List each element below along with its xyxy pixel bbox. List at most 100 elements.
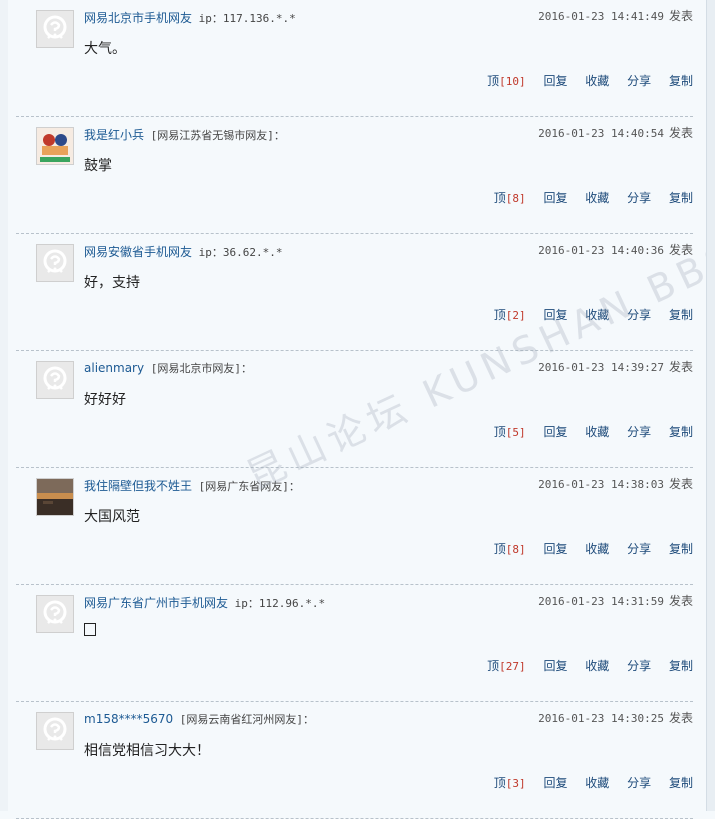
avatar[interactable] <box>36 361 74 399</box>
comment-content: 好好好 <box>84 392 126 408</box>
reply-button[interactable]: 回复 <box>543 542 567 556</box>
user-location: [网易北京市网友]： <box>144 362 252 375</box>
share-button[interactable]: 分享 <box>627 425 651 439</box>
avatar[interactable] <box>36 127 74 165</box>
comment-content: 鼓掌 <box>84 158 112 174</box>
comment-item: 我住隔壁但我不姓王 [网易广东省网友]： 2016-01-23 14:38:03… <box>16 468 693 585</box>
up-vote-button[interactable]: 顶[3] <box>494 776 526 790</box>
post-time: 2016-01-23 14:30:25 发表 <box>538 709 693 726</box>
missing-glyph-box <box>84 623 96 636</box>
comment-item: 我是红小兵 [网易江苏省无锡市网友]： 2016-01-23 14:40:54 发… <box>16 117 693 234</box>
comment-item: 网易北京市手机网友 ip：117.136.*.* 2016-01-23 14:4… <box>16 0 693 117</box>
post-time: 2016-01-23 14:31:59 发表 <box>538 592 693 609</box>
default-avatar-icon <box>43 15 67 39</box>
reply-button[interactable]: 回复 <box>543 308 567 322</box>
avatar[interactable] <box>36 10 74 48</box>
up-count: [8] <box>505 192 526 205</box>
share-button[interactable]: 分享 <box>627 776 651 790</box>
timestamp: 2016-01-23 14:30:25 <box>538 712 664 725</box>
comment-actions: 顶[8] 回复 收藏 分享 复制 <box>480 189 693 206</box>
username-link[interactable]: 网易广东省广州市手机网友 <box>84 596 228 610</box>
up-count: [10] <box>499 75 526 88</box>
user-photo-icon <box>37 479 73 515</box>
copy-button[interactable]: 复制 <box>669 542 693 556</box>
copy-button[interactable]: 复制 <box>669 425 693 439</box>
timestamp: 2016-01-23 14:38:03 <box>538 478 664 491</box>
comment-item: 网易广东省广州市手机网友 ip：112.96.*.* 2016-01-23 14… <box>16 585 693 702</box>
reply-button[interactable]: 回复 <box>543 425 567 439</box>
posted-label: 发表 <box>668 594 693 608</box>
up-label: 顶 <box>493 308 506 322</box>
up-vote-button[interactable]: 顶[10] <box>487 74 526 88</box>
post-time: 2016-01-23 14:40:36 发表 <box>538 241 693 258</box>
timestamp: 2016-01-23 14:40:36 <box>538 244 664 257</box>
comment-content: 好，支持 <box>84 275 140 291</box>
username-link[interactable]: 我住隔壁但我不姓王 <box>84 479 192 493</box>
avatar[interactable] <box>36 478 74 516</box>
up-label: 顶 <box>487 659 500 673</box>
comment-actions: 顶[10] 回复 收藏 分享 复制 <box>473 72 693 89</box>
posted-label: 发表 <box>668 243 693 257</box>
collect-button[interactable]: 收藏 <box>585 74 609 88</box>
posted-label: 发表 <box>668 711 693 725</box>
copy-button[interactable]: 复制 <box>669 191 693 205</box>
default-avatar-icon <box>43 366 67 390</box>
copy-button[interactable]: 复制 <box>669 659 693 673</box>
share-button[interactable]: 分享 <box>627 191 651 205</box>
posted-label: 发表 <box>668 477 693 491</box>
up-vote-button[interactable]: 顶[2] <box>494 308 526 322</box>
scrollbar[interactable] <box>706 0 715 811</box>
reply-button[interactable]: 回复 <box>543 191 567 205</box>
up-count: [27] <box>499 660 526 673</box>
default-avatar-icon <box>43 249 67 273</box>
comment-actions: 顶[3] 回复 收藏 分享 复制 <box>480 774 693 791</box>
up-vote-button[interactable]: 顶[8] <box>494 191 526 205</box>
username-link[interactable]: m158****5670 <box>84 712 173 726</box>
share-button[interactable]: 分享 <box>627 542 651 556</box>
comment-item: 网易安徽省手机网友 ip：36.62.*.* 2016-01-23 14:40:… <box>16 234 693 351</box>
up-label: 顶 <box>493 542 506 556</box>
share-button[interactable]: 分享 <box>627 308 651 322</box>
reply-button[interactable]: 回复 <box>543 659 567 673</box>
reply-button[interactable]: 回复 <box>543 776 567 790</box>
username-link[interactable]: alienmary <box>84 361 144 375</box>
collect-button[interactable]: 收藏 <box>585 308 609 322</box>
comment-content <box>84 623 96 640</box>
username-link[interactable]: 网易安徽省手机网友 <box>84 245 192 259</box>
up-vote-button[interactable]: 顶[27] <box>487 659 526 673</box>
timestamp: 2016-01-23 14:39:27 <box>538 361 664 374</box>
comment-actions: 顶[5] 回复 收藏 分享 复制 <box>480 423 693 440</box>
up-count: [5] <box>505 426 526 439</box>
collect-button[interactable]: 收藏 <box>585 659 609 673</box>
comment-item: m158****5670 [网易云南省红河州网友]： 2016-01-23 14… <box>16 702 693 819</box>
collect-button[interactable]: 收藏 <box>585 191 609 205</box>
post-time: 2016-01-23 14:39:27 发表 <box>538 358 693 375</box>
up-count: [3] <box>505 777 526 790</box>
up-vote-button[interactable]: 顶[5] <box>494 425 526 439</box>
copy-button[interactable]: 复制 <box>669 74 693 88</box>
up-count: [2] <box>505 309 526 322</box>
username-link[interactable]: 网易北京市手机网友 <box>84 11 192 25</box>
comment-content: 大气。 <box>84 41 126 57</box>
copy-button[interactable]: 复制 <box>669 308 693 322</box>
timestamp: 2016-01-23 14:40:54 <box>538 127 664 140</box>
username-link[interactable]: 我是红小兵 <box>84 128 144 142</box>
avatar[interactable] <box>36 244 74 282</box>
reply-button[interactable]: 回复 <box>543 74 567 88</box>
collect-button[interactable]: 收藏 <box>585 542 609 556</box>
collect-button[interactable]: 收藏 <box>585 425 609 439</box>
share-button[interactable]: 分享 <box>627 659 651 673</box>
up-vote-button[interactable]: 顶[8] <box>494 542 526 556</box>
collect-button[interactable]: 收藏 <box>585 776 609 790</box>
user-photo-icon <box>37 128 73 164</box>
comment-list: 网易北京市手机网友 ip：117.136.*.* 2016-01-23 14:4… <box>8 0 715 819</box>
avatar[interactable] <box>36 595 74 633</box>
share-button[interactable]: 分享 <box>627 74 651 88</box>
comment-content: 相信党相信习大大！ <box>84 743 210 759</box>
user-location: [网易广东省网友]： <box>192 480 300 493</box>
post-time: 2016-01-23 14:38:03 发表 <box>538 475 693 492</box>
posted-label: 发表 <box>668 126 693 140</box>
up-label: 顶 <box>493 425 506 439</box>
avatar[interactable] <box>36 712 74 750</box>
copy-button[interactable]: 复制 <box>669 776 693 790</box>
